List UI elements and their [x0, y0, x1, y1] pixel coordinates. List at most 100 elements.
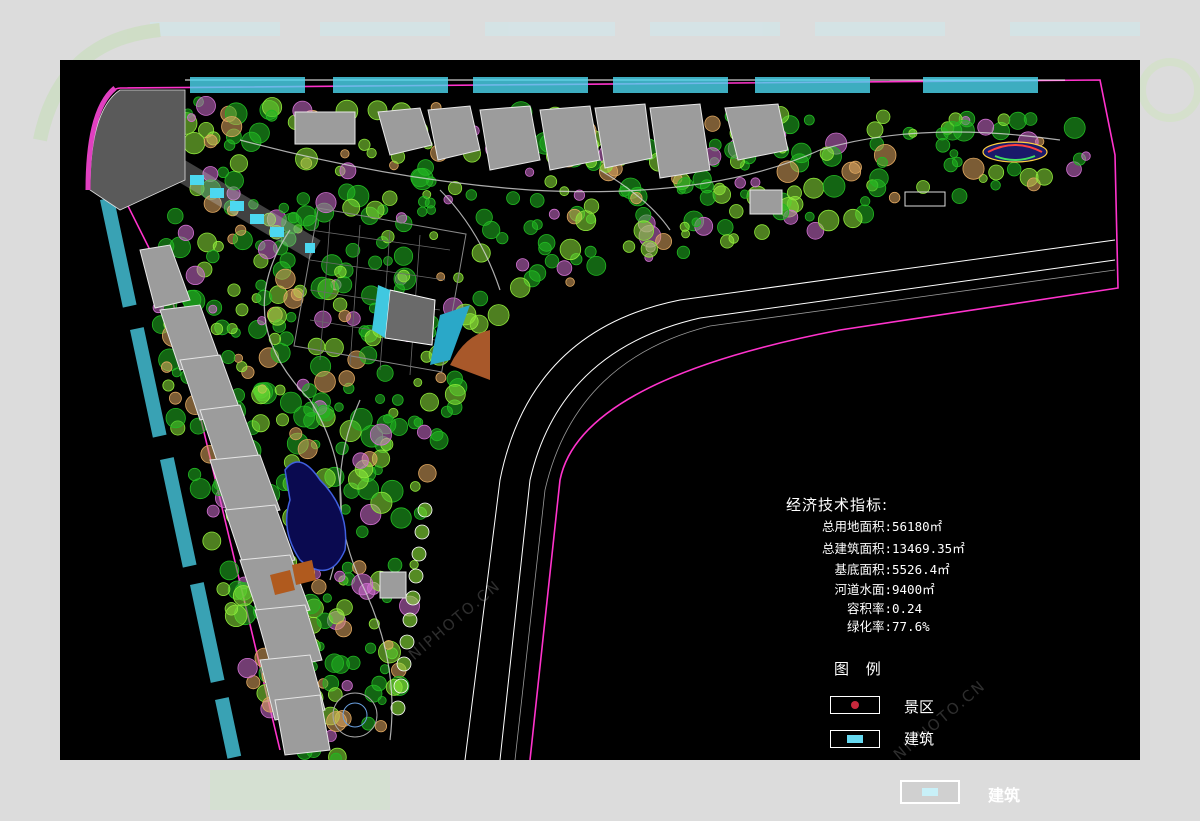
site-plan-drawing: 经济技术指标: 总用地面积:56180㎡ 总建筑面积:13469.35㎡ 基底面… [60, 60, 1140, 760]
tree-canopy [776, 160, 800, 183]
tree-canopy [1007, 161, 1022, 177]
tree-canopy [338, 183, 356, 201]
tree-canopy [990, 180, 1001, 191]
tree-canopy [465, 189, 478, 201]
street-tree [396, 656, 412, 672]
tree-canopy [338, 370, 355, 387]
tree-canopy [633, 220, 655, 241]
indicator-value: 9400㎡ [892, 582, 935, 597]
tree-canopy [235, 224, 247, 236]
tree-canopy [169, 391, 182, 405]
tree-canopy [229, 154, 248, 173]
tree-canopy [233, 353, 243, 363]
tree-canopy [188, 467, 202, 482]
tree-canopy [704, 115, 721, 132]
site-plan-svg [85, 77, 1119, 760]
tree-canopy [935, 127, 949, 141]
tree-canopy [822, 175, 846, 198]
indicator-value: 0.24 [892, 601, 923, 616]
tree-canopy [366, 148, 377, 159]
indicator-label: 容积率: [846, 601, 892, 616]
tree-canopy [640, 240, 658, 258]
indicator-row: 基底面积:5526.4㎡ [760, 559, 1060, 578]
tree-canopy [365, 200, 385, 220]
tree-canopy [167, 207, 184, 225]
tree-canopy [237, 657, 258, 679]
building-rect-icon [922, 788, 938, 796]
tree-canopy [336, 599, 353, 616]
outside-legend-swatch [900, 780, 960, 804]
tree-canopy [548, 208, 560, 220]
indicator-row: 总建筑面积:13469.35㎡ [760, 538, 1060, 557]
tree-canopy [692, 169, 712, 190]
tree-canopy [524, 167, 535, 177]
tree-canopy [341, 680, 353, 692]
tree-canopy [531, 219, 543, 231]
scenic-dot-icon [851, 701, 859, 709]
tree-canopy [528, 264, 547, 282]
tree-canopy [728, 233, 739, 244]
legend-label: 景区 [904, 698, 935, 716]
tree-canopy [251, 414, 270, 433]
tree-canopy [307, 337, 326, 356]
indicator-row: 河道水面:9400㎡ [760, 579, 1060, 598]
tree-canopy [750, 177, 761, 188]
tree-canopy [322, 593, 332, 603]
indicator-label: 总建筑面积: [821, 541, 892, 556]
tree-canopy [347, 468, 369, 490]
indicator-row: 容积率:0.24 [760, 598, 1060, 617]
tree-canopy [270, 342, 291, 363]
tree-canopy [189, 478, 211, 500]
tree-canopy [949, 149, 959, 158]
tree-canopy [565, 277, 575, 287]
tree-canopy [622, 240, 636, 253]
tree-canopy [283, 288, 304, 309]
tree-canopy [435, 372, 447, 384]
tree-canopy [334, 402, 344, 412]
tree-canopy [267, 306, 287, 326]
street-tree [414, 524, 430, 540]
tree-canopy [791, 142, 812, 164]
tree-canopy [221, 116, 243, 138]
tree-canopy [876, 156, 888, 168]
tree-canopy [988, 164, 1005, 181]
indicator-value: 13469.35㎡ [892, 541, 965, 556]
tree-canopy [326, 711, 348, 732]
tree-canopy [1081, 151, 1091, 161]
tree-canopy [160, 361, 173, 373]
indicators-title: 经济技术指标: [786, 496, 889, 514]
tree-canopy [275, 413, 289, 427]
legend-swatch-scenic [830, 696, 880, 714]
indicator-value: 56180㎡ [892, 519, 943, 534]
tree-canopy [210, 322, 224, 336]
tree-canopy [584, 245, 597, 258]
tree-canopy [413, 378, 423, 387]
tree-canopy [843, 208, 863, 229]
tree-canopy [369, 423, 392, 446]
tree-canopy [717, 219, 734, 236]
tree-canopy [786, 185, 802, 201]
tree-canopy [848, 160, 862, 174]
tree-canopy [418, 195, 430, 208]
tree-canopy [556, 260, 573, 276]
tree-canopy [482, 220, 501, 240]
outside-legend-label: 建筑 [988, 786, 1021, 805]
tree-canopy [426, 205, 437, 215]
tree-canopy [544, 253, 560, 269]
tree-canopy [335, 441, 349, 455]
indicator-label: 河道水面: [834, 582, 892, 597]
tree-canopy [196, 96, 216, 116]
tree-canopy [279, 252, 296, 269]
tree-canopy [202, 531, 222, 551]
tree-canopy [258, 239, 278, 260]
tree-canopy [346, 655, 361, 670]
tree-canopy [297, 439, 318, 460]
tree-canopy [376, 364, 394, 382]
tree-canopy [529, 193, 545, 208]
street-tree [393, 678, 409, 694]
tree-canopy [635, 206, 652, 223]
tree-canopy [278, 202, 290, 214]
tree-canopy [330, 752, 342, 760]
tree-canopy [1008, 111, 1027, 130]
tree-canopy [332, 297, 348, 312]
